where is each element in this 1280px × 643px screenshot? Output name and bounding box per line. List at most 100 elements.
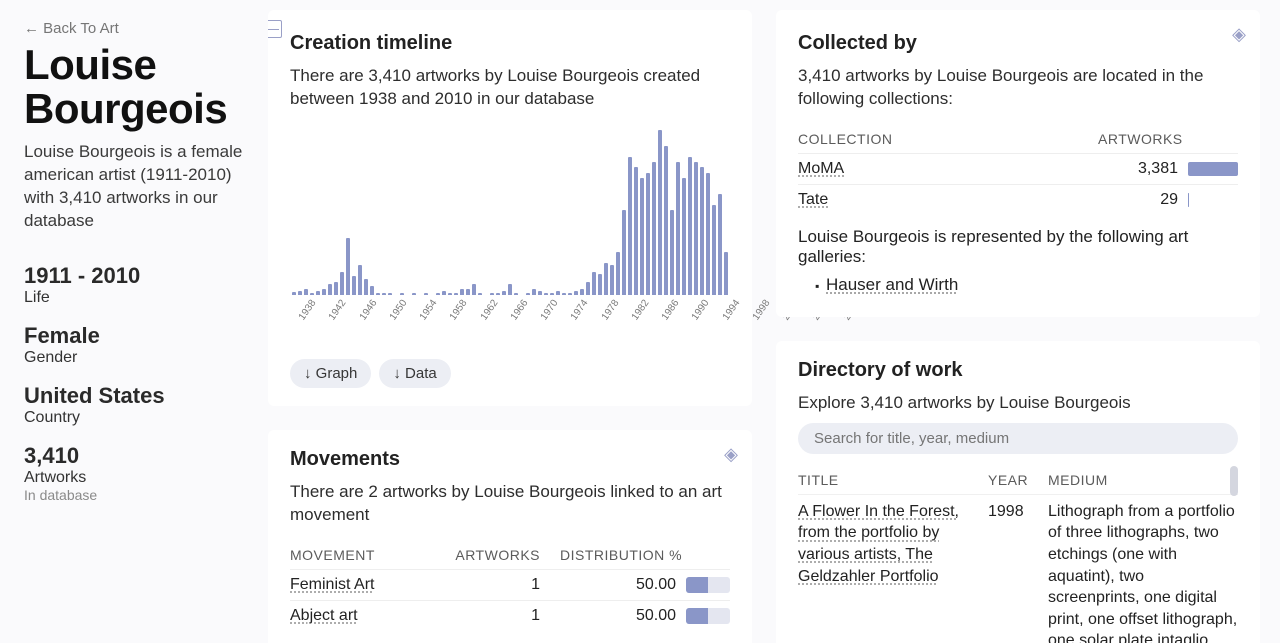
movement-count: 1 [450, 576, 560, 594]
table-row: A Flower In the Forest, from the portfol… [798, 494, 1238, 643]
directory-lead: Explore 3,410 artworks by Louise Bourgeo… [798, 392, 1238, 415]
gallery-lead: Louise Bourgeois is represented by the f… [798, 227, 1238, 267]
timeline-bar [700, 167, 704, 295]
timeline-bar [328, 284, 332, 295]
timeline-bar [646, 173, 650, 295]
collection-bar [1188, 160, 1238, 178]
movement-dist: 50.00 [560, 607, 730, 625]
artist-sidebar: ← Back To Art Louise Bourgeois Louise Bo… [0, 0, 268, 643]
timeline-bar [466, 289, 470, 295]
fact-life-value: 1911 - 2010 [24, 263, 250, 289]
movements-header-count: ARTWORKS [450, 547, 560, 563]
timeline-bar [388, 293, 392, 295]
timeline-bar [448, 293, 452, 295]
timeline-bar [442, 291, 446, 295]
timeline-bar [322, 289, 326, 295]
gallery-link[interactable]: Hauser and Wirth [826, 275, 958, 294]
left-column: Creation timeline There are 3,410 artwor… [268, 10, 752, 633]
timeline-title: Creation timeline [290, 32, 730, 55]
timeline-bar [592, 272, 596, 295]
main-content: Creation timeline There are 3,410 artwor… [268, 0, 1280, 643]
scrollbar-thumb[interactable] [1230, 466, 1238, 496]
diamond-icon[interactable]: ◈ [1232, 24, 1246, 45]
timeline-bar [622, 210, 626, 295]
timeline-bar [400, 293, 404, 295]
timeline-bar [472, 284, 476, 295]
timeline-bar [334, 282, 338, 295]
collection-count: 29 [1098, 191, 1188, 209]
table-row: Feminist Art150.00 [290, 569, 730, 600]
timeline-bar [340, 272, 344, 295]
back-link[interactable]: ← Back To Art [24, 20, 250, 37]
timeline-bar [616, 252, 620, 295]
timeline-bar [610, 265, 614, 295]
movements-header-dist: DISTRIBUTION % [560, 547, 730, 563]
movements-lead: There are 2 artworks by Louise Bourgeois… [290, 481, 730, 527]
timeline-bar [718, 194, 722, 295]
timeline-bar [652, 162, 656, 295]
timeline-bar [526, 293, 530, 295]
timeline-bar [352, 276, 356, 295]
fact-artworks-sub: In database [24, 487, 250, 503]
directory-title: Directory of work [798, 359, 1238, 382]
timeline-bar [532, 289, 536, 295]
timeline-bar [550, 293, 554, 295]
timeline-chart [290, 125, 730, 295]
download-graph-button[interactable]: ↓ Graph [290, 359, 371, 388]
directory-card: Directory of work Explore 3,410 artworks… [776, 341, 1260, 643]
movement-count: 1 [450, 607, 560, 625]
works-header-year: YEAR [988, 472, 1038, 488]
timeline-bar [460, 289, 464, 295]
fact-gender-label: Gender [24, 349, 250, 367]
outline-icon[interactable] [268, 20, 282, 38]
timeline-bar [712, 205, 716, 295]
download-data-button[interactable]: ↓ Data [379, 359, 450, 388]
timeline-bar [706, 173, 710, 295]
collection-link[interactable]: Tate [798, 191, 828, 208]
movement-link[interactable]: Abject art [290, 607, 358, 624]
timeline-bar [316, 291, 320, 295]
timeline-buttons: ↓ Graph ↓ Data [290, 359, 730, 388]
works-header: TITLE YEAR MEDIUM [798, 466, 1238, 494]
works-header-medium: MEDIUM [1048, 472, 1238, 488]
table-row: Abject art 150.00 [290, 600, 730, 631]
movements-header-row: MOVEMENT ARTWORKS DISTRIBUTION % [290, 541, 730, 569]
timeline-bar [358, 265, 362, 295]
timeline-bar [376, 293, 380, 295]
movement-link[interactable]: Feminist Art [290, 576, 374, 593]
timeline-xaxis: 1938194219461950195419581962196619701974… [290, 295, 730, 337]
timeline-bar [292, 292, 296, 295]
timeline-bar [382, 293, 386, 295]
timeline-bar [478, 293, 482, 295]
timeline-bar [370, 286, 374, 295]
directory-search-input[interactable] [798, 423, 1238, 454]
timeline-bar [658, 130, 662, 295]
collection-link[interactable]: MoMA [798, 160, 844, 177]
timeline-lead: There are 3,410 artworks by Louise Bourg… [290, 65, 730, 111]
table-row: Tate 29 [798, 184, 1238, 215]
work-medium: Lithograph from a portfolio of three lit… [1048, 501, 1238, 643]
fact-country: United States Country [24, 383, 250, 427]
movements-title: Movements [290, 448, 730, 471]
collection-bar [1188, 191, 1238, 209]
timeline-bar [514, 293, 518, 295]
timeline-bar [724, 252, 728, 295]
timeline-bar [598, 274, 602, 295]
artist-description: Louise Bourgeois is a female american ar… [24, 141, 250, 233]
works-header-title: TITLE [798, 472, 978, 488]
diamond-icon[interactable]: ◈ [724, 444, 738, 465]
timeline-bar [574, 291, 578, 295]
timeline-bar [496, 293, 500, 295]
timeline-bar [490, 293, 494, 295]
timeline-bar [640, 178, 644, 295]
timeline-bar [412, 293, 416, 295]
work-title-link[interactable]: A Flower In the Forest, from the portfol… [798, 503, 959, 585]
timeline-bar [676, 162, 680, 295]
fact-gender: Female Gender [24, 323, 250, 367]
collected-title: Collected by [798, 32, 1238, 55]
timeline-bar [664, 146, 668, 295]
table-row: MoMA3,381 [798, 153, 1238, 184]
timeline-bar [364, 279, 368, 295]
works-table: TITLE YEAR MEDIUM A Flower In the Forest… [798, 466, 1238, 643]
timeline-card: Creation timeline There are 3,410 artwor… [268, 10, 752, 406]
